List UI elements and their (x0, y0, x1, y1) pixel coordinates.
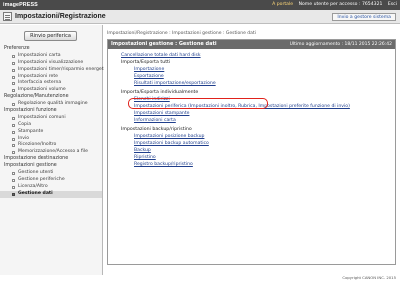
sidebar-item-device-management[interactable]: Gestione periferiche (0, 177, 102, 184)
page-icon (12, 89, 15, 93)
last-update-timestamp: Ultimo aggiornamento : 18/11 2015 22:26:… (289, 42, 392, 47)
group-label-import-export-individual: Importa/Esporta individualmente (121, 90, 199, 96)
page-icon (12, 172, 15, 176)
page-icon (12, 123, 15, 127)
sidebar-item-user-management[interactable]: Gestione utenti (0, 170, 102, 177)
export-link[interactable]: Esportazione (134, 74, 391, 81)
sidebar-item-paper-settings[interactable]: Impostazioni carta (0, 53, 102, 60)
import-export-results-link[interactable]: Risultati importazione/esportazione (134, 81, 391, 88)
exit-link[interactable]: Esci (388, 2, 397, 7)
address-lists-link[interactable]: Elenchi indirizzi (134, 97, 391, 104)
backup-link[interactable]: Backup (134, 148, 391, 155)
page-icon (12, 144, 15, 148)
top-bar-right: A portale Nome utente per accesso : 7654… (268, 2, 397, 7)
brand-logo: imagePRESS (3, 2, 38, 8)
settings-list-icon (3, 12, 12, 21)
sidebar-item-copy[interactable]: Copia (0, 122, 102, 129)
title-bar: Impostazioni/Registrazione Invio a gesto… (0, 10, 400, 24)
sidebar-item-license-other[interactable]: Licenza/Altro (0, 184, 102, 191)
group-label-backup-restore: Impostazioni backup/ripristino (121, 127, 192, 133)
page-title: Impostazioni/Registrazione (15, 13, 106, 20)
data-management-panel: Impostazioni gestione : Gestione dati Ul… (107, 39, 396, 265)
page-icon (12, 82, 15, 86)
import-link[interactable]: Importazione (134, 67, 391, 74)
portal-link[interactable]: A portale (272, 2, 293, 7)
printer-settings-link[interactable]: Impostazioni stampante (134, 111, 391, 118)
page-icon (12, 54, 15, 58)
send-to-admin-button[interactable]: Invio a gestore sistema (332, 13, 396, 21)
sidebar-item-common-settings[interactable]: Impostazioni comuni (0, 115, 102, 122)
restore-link[interactable]: Ripristino (134, 155, 391, 162)
sidebar-item-timer-energy[interactable]: Impostazioni timer/risparmio energetico (0, 67, 110, 74)
panel-header: Impostazioni gestione : Gestione dati Ul… (108, 40, 395, 49)
page-icon (12, 178, 15, 182)
page-icon (12, 192, 15, 196)
sidebar-item-image-quality[interactable]: Regolazione qualità immagine (0, 101, 102, 108)
sidebar-section-management-settings: Impostazioni gestione (4, 163, 57, 169)
group-label-import-export-all: Importa/Esporta tutti (121, 59, 171, 65)
login-user-name: Nome utente per accesso : 7654321 (298, 2, 383, 7)
erase-hard-disk-link[interactable]: Cancellazione totale dati hard disk (121, 53, 391, 60)
auto-backup-settings-link[interactable]: Impostazioni backup automatico (134, 141, 391, 148)
page-icon (12, 130, 15, 134)
sidebar-item-display-settings[interactable]: Impostazioni visualizzazione (0, 60, 102, 67)
page-icon (12, 75, 15, 79)
device-settings-link[interactable]: Impostazioni periferica (Impostazioni in… (134, 104, 391, 111)
page-icon (12, 185, 15, 189)
sidebar-section-function-settings: Impostazioni funzione (4, 108, 57, 114)
paper-information-link[interactable]: Informazioni carta (134, 118, 391, 125)
backup-location-settings-link[interactable]: Impostazioni posizione backup (134, 134, 391, 141)
refresh-device-button[interactable]: Rinvio periferica (24, 31, 77, 41)
sidebar: Rinvio periferica Preferenze Impostazion… (0, 25, 110, 275)
backup-restore-log-link[interactable]: Registro backup/ripristino (134, 162, 391, 169)
copyright-footer: Copyright CANON INC. 2015 (342, 275, 396, 280)
page-icon (12, 137, 15, 141)
sidebar-section-preferences: Preferenze (4, 46, 30, 51)
sidebar-menu: Preferenze Impostazioni carta Impostazio… (0, 46, 110, 198)
top-bar: imagePRESS A portale Nome utente per acc… (0, 0, 400, 10)
panel-title: Impostazioni gestione : Gestione dati (111, 41, 217, 47)
page-icon (12, 151, 15, 155)
panel-content: Cancellazione totale dati hard disk Impo… (121, 53, 391, 168)
main-content: Impostazioni/Registrazione : Impostazion… (104, 25, 400, 275)
page-icon (12, 103, 15, 107)
sidebar-item-printer[interactable]: Stampante (0, 129, 102, 136)
page-icon (12, 68, 15, 72)
page-icon (12, 61, 15, 65)
sidebar-item-store-access-files[interactable]: Memorizzazione/Accesso a file (0, 149, 102, 156)
sidebar-item-volume[interactable]: Impostazioni volume (0, 87, 102, 94)
sidebar-item-data-management[interactable]: Gestione dati (0, 190, 102, 198)
breadcrumb: Impostazioni/Registrazione : Impostazion… (107, 31, 256, 36)
page-icon (12, 116, 15, 120)
